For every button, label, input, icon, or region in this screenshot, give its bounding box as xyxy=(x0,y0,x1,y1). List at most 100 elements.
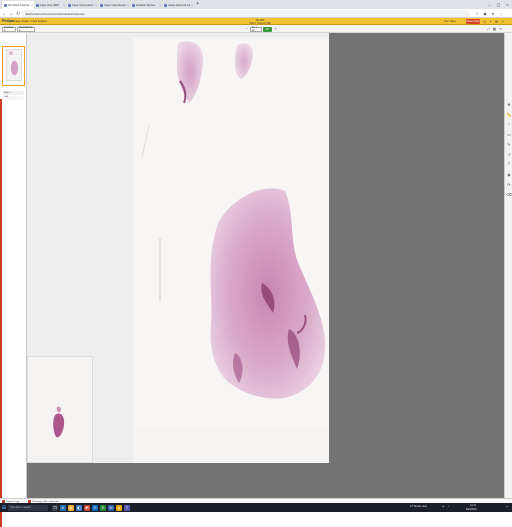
close-icon[interactable]: × xyxy=(191,3,193,7)
browser-tab-strip: Ver Panel Scanner × Case View 4825 × Cas… xyxy=(0,0,512,9)
scan-artifact-line xyxy=(141,124,150,159)
zoom-in-icon[interactable]: + xyxy=(273,27,278,32)
tab-favicon-icon xyxy=(4,3,7,7)
file-explorer-icon[interactable]: ▤ xyxy=(68,504,74,511)
store-icon[interactable]: ◧ xyxy=(76,504,82,511)
close-icon[interactable]: × xyxy=(159,3,161,7)
fit-zoom-button[interactable]: Fit xyxy=(263,26,272,32)
thumbnail-stain: H&E xyxy=(3,96,24,100)
taskbar-search[interactable]: Type here to search xyxy=(8,504,48,511)
close-case-button[interactable]: Close Case xyxy=(466,19,480,24)
profile-icon[interactable]: ● xyxy=(490,10,496,17)
window-close-icon[interactable]: × xyxy=(503,0,512,9)
tissue-fragment-top xyxy=(176,41,204,103)
thumbnail-label: Slide 1 xyxy=(3,91,24,95)
taskbar-search-placeholder: Type here to search xyxy=(10,506,32,509)
network-icon[interactable]: ▲ xyxy=(442,505,444,508)
tab-title: Case: Documento 2 xyxy=(72,3,95,7)
tissue-layer xyxy=(53,41,326,438)
address-bar[interactable]: dashboard/section/viewer/slide/default/s… xyxy=(22,10,470,17)
viewer-toolbar: Layouts ▾ Annotations ▾ − 1x │ 2x Fit + … xyxy=(0,25,512,33)
slide-viewer-canvas[interactable] xyxy=(27,33,504,498)
tab-title: Cases Approval List xyxy=(168,3,191,7)
browser-tab[interactable]: Case: Case Review × xyxy=(98,1,130,9)
teams-icon[interactable]: T xyxy=(124,504,130,511)
excel-icon[interactable]: X xyxy=(100,504,106,511)
maximize-icon[interactable]: ▢ xyxy=(494,0,503,9)
zoom-out-icon[interactable]: − xyxy=(244,27,249,32)
snapshot-icon[interactable]: ◉ xyxy=(506,171,512,177)
back-icon[interactable]: ← xyxy=(1,10,7,17)
tab-title: Dictation Review xyxy=(136,3,156,7)
bookmark-star-icon[interactable]: ☆ xyxy=(474,10,480,17)
zoom-level-value: 1x │ 2x xyxy=(252,26,258,32)
chrome-icon[interactable]: ◍ xyxy=(116,504,122,511)
print-icon[interactable]: ⎙ xyxy=(482,19,487,24)
forward-icon[interactable]: → xyxy=(8,10,14,17)
os-taskbar: ⊞ Type here to search ❐ e ▤ ◧ ◩ O X W ◍ … xyxy=(0,503,512,512)
right-tool-rail: ✥ 📏 ○ ▭ ✎ ↗ T ◉ ⟳ ⌫ xyxy=(504,33,512,498)
share-icon[interactable]: ⇪ xyxy=(488,19,493,24)
browser-nav-bar: ← → ↻ dashboard/section/viewer/slide/def… xyxy=(0,9,512,18)
help-icon[interactable]: ? xyxy=(500,19,505,24)
edge-browser-icon[interactable]: e xyxy=(60,504,66,511)
word-icon[interactable]: W xyxy=(108,504,114,511)
layout-select[interactable]: Layouts ▾ xyxy=(2,26,16,32)
tab-favicon-icon xyxy=(36,3,39,7)
more-options-icon[interactable]: ≡ xyxy=(498,27,503,32)
minimize-icon[interactable]: – xyxy=(485,0,494,9)
close-icon[interactable]: × xyxy=(31,3,33,7)
freehand-tool-icon[interactable]: ✎ xyxy=(506,141,512,147)
browser-tab[interactable]: Ver Panel Scanner × xyxy=(2,1,34,9)
layout-select-value: Layouts ▾ xyxy=(4,26,14,32)
tab-favicon-icon xyxy=(100,3,103,7)
browser-tab[interactable]: Case View 4825 × xyxy=(34,1,66,9)
pan-tool-icon[interactable]: ✥ xyxy=(506,101,512,107)
settings-icon[interactable]: ⚙ xyxy=(494,19,499,24)
close-icon[interactable]: × xyxy=(127,3,129,7)
arrow-tool-icon[interactable]: ↗ xyxy=(506,151,512,157)
ruler-tool-icon[interactable]: 📏 xyxy=(506,111,512,117)
tab-favicon-icon xyxy=(68,3,71,7)
grid-icon[interactable]: ▦ xyxy=(492,27,497,32)
viewer-header: Philips Image Viewer › Case Explorer S5-… xyxy=(0,18,512,25)
tab-title: Case: Case Review xyxy=(104,3,127,7)
browser-menu-icon[interactable]: ⋮ xyxy=(498,10,504,17)
extension-icon[interactable]: ◆ xyxy=(482,10,488,17)
tab-title: Ver Panel Scanner xyxy=(8,3,30,7)
task-view-icon[interactable]: ❐ xyxy=(52,504,58,511)
breadcrumb[interactable]: Image Viewer › Case Explorer xyxy=(13,20,48,23)
fullscreen-icon[interactable]: ⤢ xyxy=(486,27,491,32)
tab-favicon-icon xyxy=(132,3,135,7)
text-tool-icon[interactable]: T xyxy=(506,161,512,167)
windows-start-icon[interactable]: ⊞ xyxy=(1,505,7,511)
tissue-fragment-top xyxy=(234,43,253,79)
browser-tab[interactable]: Cases Approval List × xyxy=(162,1,194,9)
thumbnail-tissue-mark xyxy=(9,51,13,55)
close-icon[interactable]: × xyxy=(95,3,97,7)
fit-zoom-label: Fit xyxy=(266,27,269,31)
close-case-label: Close Case xyxy=(466,20,480,23)
browser-tab[interactable]: Dictation Review × xyxy=(130,1,162,9)
zoom-level-field[interactable]: 1x │ 2x xyxy=(250,26,262,32)
browser-tab[interactable]: Case: Documento 2 × xyxy=(66,1,98,9)
clock-date[interactable]: 8/22/2019 xyxy=(466,508,477,511)
eraser-icon[interactable]: ⌫ xyxy=(506,191,512,197)
slide-thumbnail[interactable] xyxy=(2,46,25,86)
annotations-select[interactable]: Annotations ▾ xyxy=(17,26,35,32)
url-text: dashboard/section/viewer/slide/default/s… xyxy=(25,11,85,16)
user-name[interactable]: User Name xyxy=(444,20,456,23)
new-tab-button[interactable]: + xyxy=(196,1,199,8)
office-icon[interactable]: ◩ xyxy=(84,504,90,511)
outlook-icon[interactable]: O xyxy=(92,504,98,511)
circle-tool-icon[interactable]: ○ xyxy=(506,121,512,127)
reload-icon[interactable]: ↻ xyxy=(15,10,21,17)
notifications-icon[interactable]: ▭ xyxy=(506,505,508,508)
tab-favicon-icon xyxy=(164,3,167,7)
volume-icon[interactable]: ♪ xyxy=(448,505,449,508)
rectangle-tool-icon[interactable]: ▭ xyxy=(506,131,512,137)
panel-accent-bar xyxy=(0,99,2,527)
close-icon[interactable]: × xyxy=(63,3,65,7)
rotate-icon[interactable]: ⟳ xyxy=(506,181,512,187)
weather-status[interactable]: 17° Mostly clear xyxy=(410,505,427,508)
